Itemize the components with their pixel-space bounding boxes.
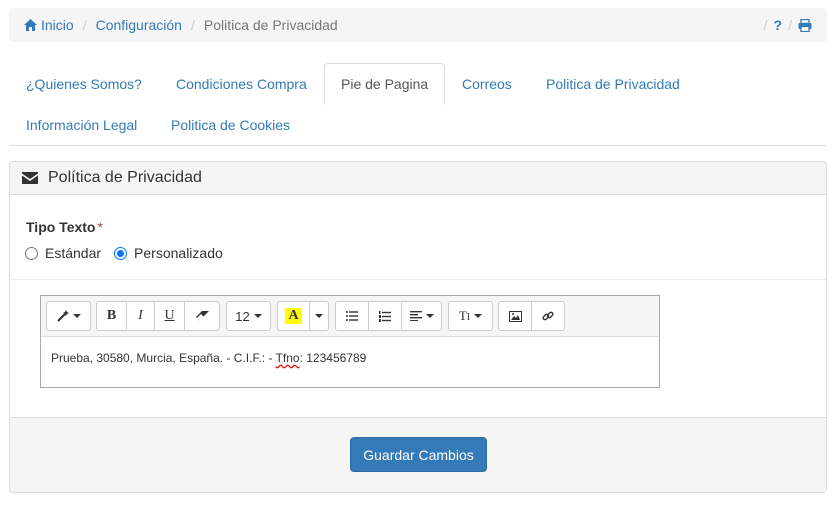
breadcrumb-home-label: Inicio <box>41 17 74 33</box>
text-height-letter: T <box>458 308 467 323</box>
list-ol-icon <box>379 310 391 322</box>
underline-button[interactable]: U <box>154 301 185 331</box>
font-size-value: 12 <box>235 308 250 324</box>
breadcrumb-separator: / <box>788 17 792 33</box>
text-color-icon: A <box>285 308 302 324</box>
align-left-icon <box>409 311 422 321</box>
breadcrumb-separator: / <box>82 17 87 33</box>
bold-button[interactable]: B <box>96 301 127 331</box>
privacy-panel: Política de Privacidad Tipo Texto * Están… <box>9 161 827 493</box>
insert-link-button[interactable] <box>531 301 565 331</box>
text-color-button[interactable]: A <box>277 301 310 331</box>
ordered-list-button[interactable] <box>368 301 402 331</box>
radio-estandar[interactable] <box>25 246 38 260</box>
breadcrumb: Inicio / Configuración / Politica de Pri… <box>9 8 827 42</box>
caret-down-icon <box>253 314 262 318</box>
divider <box>10 279 826 280</box>
line-height-dropdown[interactable]: TI <box>448 301 493 331</box>
tab-politica-de-cookies[interactable]: Politica de Cookies <box>154 104 307 145</box>
tipo-texto-label: Tipo Texto * <box>26 219 103 235</box>
magic-wand-icon <box>56 310 69 322</box>
panel-title: Política de Privacidad <box>48 169 202 186</box>
required-mark: * <box>97 219 103 235</box>
font-size-dropdown[interactable]: 12 <box>226 301 271 331</box>
home-icon <box>24 19 37 31</box>
paragraph-align-dropdown[interactable] <box>401 301 442 331</box>
breadcrumb-configuracion[interactable]: Configuración <box>96 17 182 33</box>
breadcrumb-current: Politica de Privacidad <box>203 17 338 33</box>
picture-icon <box>508 310 522 322</box>
save-changes-button[interactable]: Guardar Cambios <box>350 437 487 472</box>
tab-politica-de-privacidad[interactable]: Politica de Privacidad <box>529 63 697 104</box>
breadcrumb-separator: / <box>763 17 768 33</box>
tab-pie-de-pagina[interactable]: Pie de Pagina <box>324 63 446 105</box>
editor-text-misspelled: Tfno <box>275 351 300 365</box>
tab-informacion-legal[interactable]: Información Legal <box>9 104 154 145</box>
link-icon <box>542 311 554 321</box>
radio-personalizado[interactable] <box>114 246 128 260</box>
breadcrumb-actions: / ? / <box>764 17 812 33</box>
print-button[interactable] <box>798 18 812 32</box>
text-height-suffix: I <box>466 312 471 323</box>
text-color-dropdown[interactable] <box>309 301 329 331</box>
editor-content[interactable]: Prueba, 30580, Murcia, España. - C.I.F.:… <box>41 337 659 379</box>
editor-text-after: : 123456789 <box>299 351 367 365</box>
text-height-icon: TI <box>459 308 470 324</box>
tipo-texto-radio-group: Estándar Personalizado <box>25 245 236 261</box>
caret-down-icon <box>474 314 483 318</box>
caret-down-icon <box>425 314 434 318</box>
help-button[interactable]: ? <box>774 17 783 33</box>
italic-button[interactable]: I <box>126 301 155 331</box>
tab-bar: ¿Quienes Somos? Condiciones Compra Pie d… <box>9 63 827 146</box>
envelope-icon <box>22 172 38 184</box>
panel-heading: Política de Privacidad <box>10 162 826 195</box>
clear-format-button[interactable] <box>184 301 220 331</box>
tipo-texto-label-text: Tipo Texto <box>26 219 96 235</box>
tab-condiciones-compra[interactable]: Condiciones Compra <box>159 63 324 104</box>
caret-down-icon <box>315 314 323 318</box>
panel-footer: Guardar Cambios <box>10 417 826 492</box>
caret-down-icon <box>72 314 81 318</box>
radio-estandar-label[interactable]: Estándar <box>45 245 101 261</box>
editor-toolbar: B I U 12 A TI <box>41 296 659 337</box>
rich-text-editor: B I U 12 A TI Prueba, 30580, Murcia, Esp… <box>40 295 660 388</box>
print-icon <box>798 18 812 32</box>
tab-quienes-somos[interactable]: ¿Quienes Somos? <box>9 63 159 104</box>
tab-correos[interactable]: Correos <box>445 63 529 104</box>
insert-image-button[interactable] <box>498 301 532 331</box>
breadcrumb-separator: / <box>190 17 195 33</box>
radio-personalizado-label[interactable]: Personalizado <box>134 245 223 261</box>
editor-text-before: Prueba, 30580, Murcia, España. - C.I.F.:… <box>51 351 276 365</box>
list-ul-icon <box>346 311 358 321</box>
style-button[interactable] <box>46 301 91 331</box>
eraser-icon <box>195 311 209 321</box>
breadcrumb-home[interactable]: Inicio <box>24 17 74 33</box>
unordered-list-button[interactable] <box>335 301 369 331</box>
